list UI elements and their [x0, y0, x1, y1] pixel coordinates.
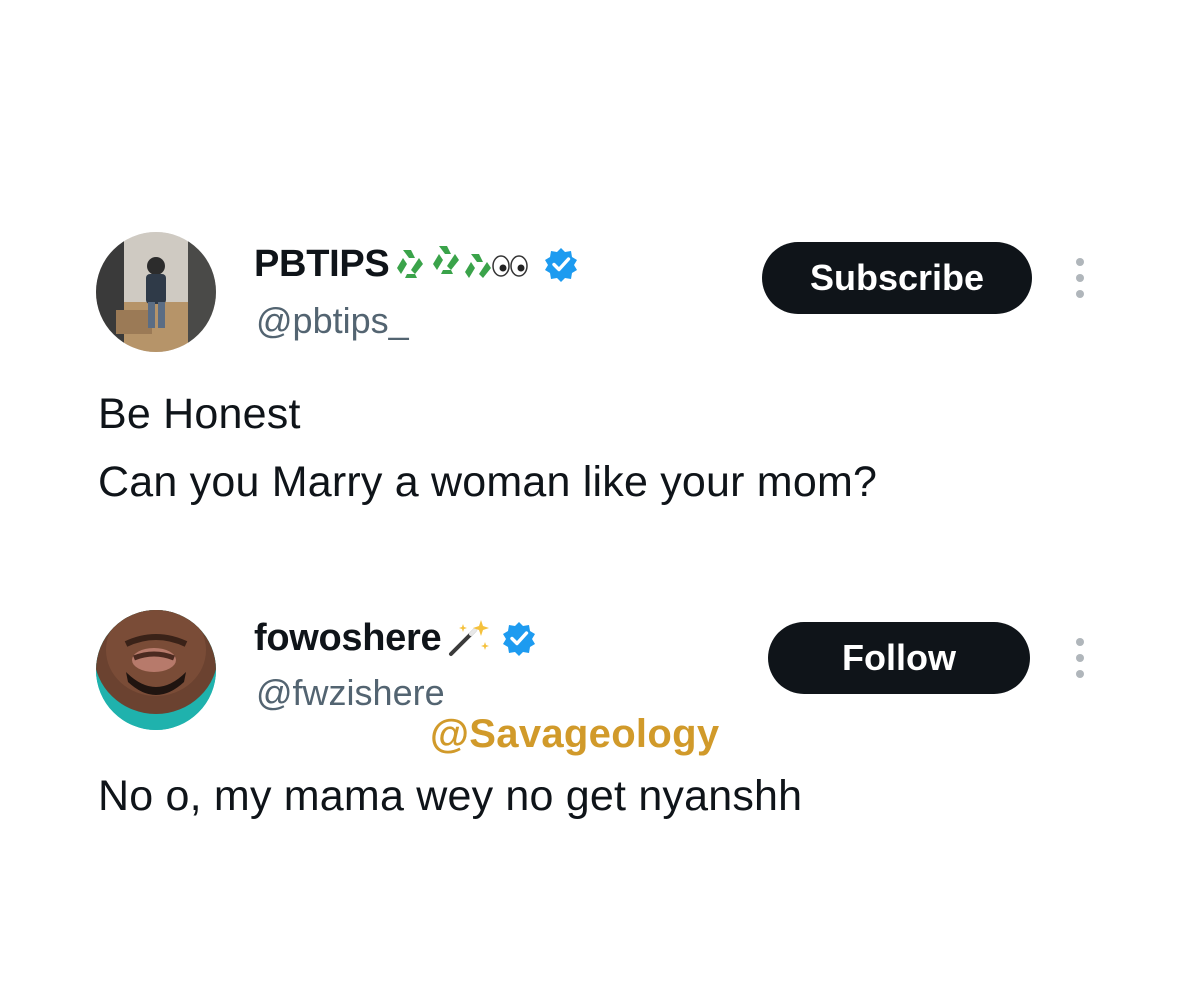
name-row: PBTIPS: [254, 238, 579, 290]
avatar[interactable]: [96, 610, 216, 730]
follow-button[interactable]: Follow: [768, 622, 1030, 694]
display-name[interactable]: PBTIPS: [254, 243, 390, 286]
handle[interactable]: @pbtips_: [256, 300, 409, 342]
verified-badge-icon: [501, 620, 537, 656]
verified-badge-icon: [543, 246, 579, 282]
post-text: No o, my mama wey no get nyanshh: [98, 772, 803, 820]
name-row: fowoshere: [254, 612, 537, 664]
post-text: Be Honest Can you Marry a woman like you…: [98, 390, 878, 506]
more-options-icon[interactable]: [1073, 638, 1087, 678]
recycle-eyes-emoji-icon: [393, 244, 533, 284]
magic-wand-emoji-icon: [445, 618, 491, 658]
watermark: @Savageology: [430, 712, 720, 756]
more-options-icon[interactable]: [1073, 258, 1087, 298]
display-name[interactable]: fowoshere: [254, 617, 442, 660]
handle[interactable]: @fwzishere: [256, 672, 445, 714]
avatar[interactable]: [96, 232, 216, 352]
subscribe-button[interactable]: Subscribe: [762, 242, 1032, 314]
